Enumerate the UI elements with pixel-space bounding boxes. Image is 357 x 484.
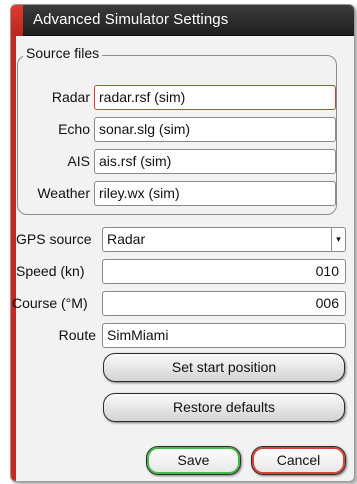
set-start-position-button[interactable]: Set start position [103,353,345,382]
route-field[interactable]: SimMiami [102,323,346,348]
gps-source-select[interactable]: Radar ▾ [102,227,346,252]
ais-file-field[interactable]: ais.rsf (sim) [94,149,336,174]
save-button[interactable]: Save [146,446,241,475]
speed-field[interactable]: 010 [102,259,346,284]
dialog-titlebar: Advanced Simulator Settings [11,5,354,36]
left-accent-strip [11,36,16,481]
source-files-legend: Source files [23,45,103,61]
radar-label: Radar [51,89,90,105]
course-field[interactable]: 006 [102,291,346,316]
gps-source-label: GPS source [16,231,92,247]
dialog-title: Advanced Simulator Settings [33,11,229,28]
speed-label: Speed (kn) [16,263,85,279]
gps-source-value: Radar [107,231,146,247]
chevron-down-icon[interactable]: ▾ [331,228,345,251]
ais-label: AIS [67,153,90,169]
title-accent-bar [11,5,23,36]
weather-file-field[interactable]: riley.wx (sim) [94,181,336,206]
restore-defaults-button[interactable]: Restore defaults [103,393,345,422]
echo-file-field[interactable]: sonar.slg (sim) [94,117,336,142]
course-label: Course (°M) [12,295,88,311]
cancel-button[interactable]: Cancel [251,446,346,475]
radar-file-field[interactable]: radar.rsf (sim) [94,85,336,110]
route-label: Route [58,327,96,343]
weather-label: Weather [37,185,90,201]
echo-label: Echo [58,121,90,137]
